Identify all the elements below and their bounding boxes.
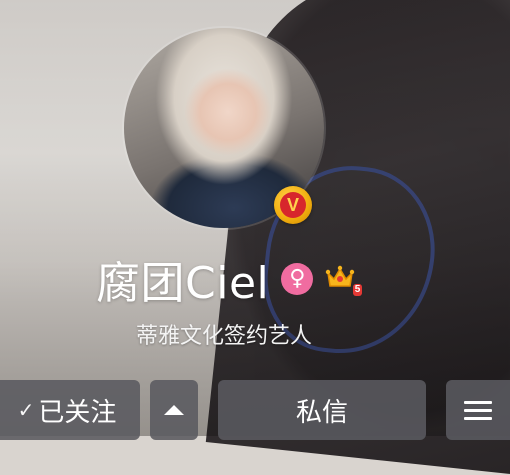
crown-level-icon[interactable]: 5: [325, 264, 363, 296]
expand-button[interactable]: [150, 380, 198, 440]
profile-subtitle: 蒂雅文化签约艺人: [135, 324, 312, 349]
verified-v-icon: V: [274, 186, 312, 224]
message-label: 私信: [295, 397, 348, 428]
triangle-up-icon: [164, 405, 184, 415]
check-icon: ✓: [17, 398, 35, 422]
level-badge: 5: [352, 284, 363, 296]
more-menu-button[interactable]: [446, 380, 510, 440]
verified-badge-label: V: [280, 192, 306, 218]
message-button[interactable]: 私信: [218, 380, 426, 440]
profile-name: 腐团Ciel: [96, 258, 270, 309]
followed-label: 已关注: [38, 397, 117, 428]
name-row: 腐团Ciel ♀ 5: [96, 252, 363, 309]
hamburger-menu-icon: [464, 400, 492, 420]
followed-button[interactable]: ✓ 已关注: [0, 380, 140, 440]
female-gender-icon: ♀: [281, 263, 314, 295]
